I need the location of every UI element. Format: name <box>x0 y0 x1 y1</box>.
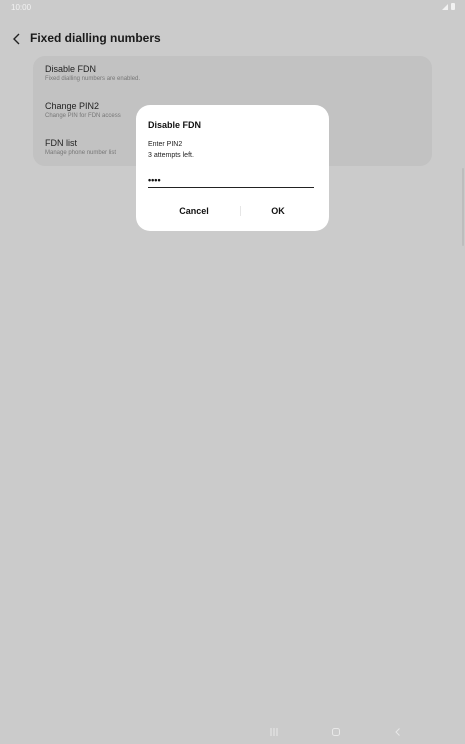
recents-icon <box>270 728 278 736</box>
dialog-message-line: Enter PIN2 <box>148 141 183 148</box>
status-time: 10:00 <box>11 3 32 12</box>
setting-item-change-pin2[interactable]: Change PIN2 Change PIN for FDN access <box>45 101 121 119</box>
signal-icon <box>442 3 448 10</box>
nav-back-button[interactable] <box>390 725 406 739</box>
dialog-buttons: Cancel OK <box>136 202 329 220</box>
setting-title: FDN list <box>45 138 77 148</box>
back-icon <box>395 728 400 736</box>
home-icon <box>332 728 340 736</box>
ok-button[interactable]: OK <box>233 202 323 220</box>
dialog-attempts-text: 3 attempts left. <box>148 152 194 159</box>
disable-fdn-dialog: Disable FDN Enter PIN2 3 attempts left. … <box>136 105 329 231</box>
battery-icon <box>451 3 455 10</box>
setting-subtitle: Fixed dialling numbers are enabled. <box>45 76 141 82</box>
home-button[interactable] <box>328 725 344 739</box>
dialog-message: Enter PIN2 3 attempts left. <box>148 139 194 161</box>
setting-title: Change PIN2 <box>45 101 100 111</box>
back-button[interactable] <box>8 30 26 48</box>
setting-subtitle: Manage phone number list <box>45 150 117 156</box>
setting-item-fdn-list[interactable]: FDN list Manage phone number list <box>45 138 116 156</box>
page-title: Fixed dialling numbers <box>30 31 161 45</box>
setting-title: Disable FDN <box>45 64 97 74</box>
pin2-input[interactable] <box>148 172 314 188</box>
status-icons <box>442 3 455 10</box>
navigation-bar <box>0 720 465 744</box>
setting-item-disable-fdn[interactable]: Disable FDN Fixed dialling numbers are e… <box>45 64 140 82</box>
dialog-title: Disable FDN <box>148 120 202 130</box>
cancel-button[interactable]: Cancel <box>149 202 239 220</box>
recents-button[interactable] <box>266 725 282 739</box>
scrollbar[interactable] <box>462 168 464 246</box>
chevron-left-icon <box>13 33 20 45</box>
status-bar: 10:00 <box>0 0 465 16</box>
setting-subtitle: Change PIN for FDN access <box>45 113 121 119</box>
app-header: Fixed dialling numbers <box>0 26 465 52</box>
